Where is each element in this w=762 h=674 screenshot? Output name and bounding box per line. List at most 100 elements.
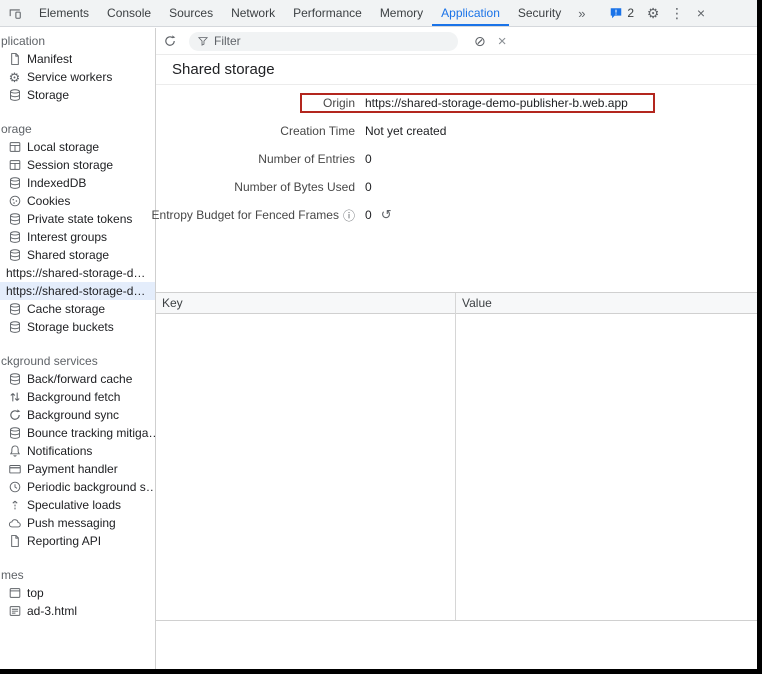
more-tabs-icon[interactable]: » bbox=[570, 0, 593, 26]
tabbar-right-controls: 2 ⚙ ⋮ × bbox=[602, 0, 757, 26]
table-header-row: Key Value bbox=[156, 293, 757, 314]
field-label-number-of-entries: Number of Entries bbox=[156, 152, 355, 166]
tab-network[interactable]: Network bbox=[222, 0, 284, 26]
sidebar-section-header-application[interactable]: plication bbox=[0, 32, 155, 50]
sidebar-item-cache-storage[interactable]: Cache storage bbox=[0, 300, 155, 318]
settings-gear-icon[interactable]: ⚙ bbox=[641, 0, 665, 27]
sidebar-item-bounce-tracking-mitigations[interactable]: Bounce tracking mitiga… bbox=[0, 424, 155, 442]
filter-input[interactable] bbox=[214, 34, 450, 48]
sidebar-item-label: Periodic background s… bbox=[27, 480, 155, 494]
more-options-icon[interactable]: ⋮ bbox=[665, 0, 689, 27]
column-resize-handle[interactable] bbox=[455, 293, 456, 620]
sidebar-item-frame-ad-3[interactable]: ad-3.html bbox=[0, 602, 155, 620]
device-toolbar-icon bbox=[8, 6, 22, 20]
window-bottom-edge bbox=[0, 669, 762, 674]
sidebar-item-shared-storage-origin-b[interactable]: https://shared-storage-d… bbox=[0, 282, 155, 300]
sidebar-item-payment-handler[interactable]: Payment handler bbox=[0, 460, 155, 478]
metadata-fields: Origin https://shared-storage-demo-publi… bbox=[156, 85, 757, 229]
tab-sources[interactable]: Sources bbox=[160, 0, 222, 26]
delete-selected-icon[interactable]: × bbox=[498, 34, 507, 49]
tab-memory[interactable]: Memory bbox=[371, 0, 432, 26]
sidebar-item-label: Push messaging bbox=[27, 516, 116, 530]
sidebar-item-frame-top[interactable]: top bbox=[0, 584, 155, 602]
field-value-creation-time: Not yet created bbox=[355, 124, 446, 138]
sidebar-item-local-storage[interactable]: Local storage bbox=[0, 138, 155, 156]
gear-icon: ⚙ bbox=[7, 70, 22, 85]
clear-all-icon[interactable]: ⊘ bbox=[474, 34, 486, 48]
sidebar-item-session-storage[interactable]: Session storage bbox=[0, 156, 155, 174]
sidebar-item-shared-storage[interactable]: Shared storage bbox=[0, 246, 155, 264]
sidebar-item-speculative-loads[interactable]: Speculative loads bbox=[0, 496, 155, 514]
field-value-number-of-entries: 0 bbox=[355, 152, 372, 166]
cookie-icon bbox=[7, 194, 22, 209]
sidebar-item-back-forward-cache[interactable]: Back/forward cache bbox=[0, 370, 155, 388]
sidebar-item-label: Reporting API bbox=[27, 534, 101, 548]
sidebar-item-label: Interest groups bbox=[27, 230, 107, 244]
tab-console[interactable]: Console bbox=[98, 0, 160, 26]
sidebar-item-label: https://shared-storage-d… bbox=[6, 266, 145, 280]
field-value-origin: https://shared-storage-demo-publisher-b.… bbox=[355, 96, 628, 110]
devtools-window: Elements Console Sources Network Perform… bbox=[0, 0, 762, 674]
sidebar-item-reporting-api[interactable]: Reporting API bbox=[0, 532, 155, 550]
issues-icon bbox=[609, 6, 623, 20]
cloud-icon bbox=[7, 516, 22, 531]
tab-application[interactable]: Application bbox=[432, 0, 509, 26]
shared-storage-toolbar: ⊘ × bbox=[156, 28, 757, 55]
info-icon[interactable]: ⓘ bbox=[343, 207, 355, 224]
application-sidebar: plication Manifest ⚙ Service workers Sto… bbox=[0, 28, 156, 669]
sidebar-item-label: ad-3.html bbox=[27, 604, 77, 618]
sidebar-item-push-messaging[interactable]: Push messaging bbox=[0, 514, 155, 532]
sidebar-item-storage[interactable]: Storage bbox=[0, 86, 155, 104]
sidebar-item-background-sync[interactable]: Background sync bbox=[0, 406, 155, 424]
sidebar-item-notifications[interactable]: Notifications bbox=[0, 442, 155, 460]
field-row-number-of-bytes-used: Number of Bytes Used 0 bbox=[156, 173, 757, 201]
sidebar-item-storage-buckets[interactable]: Storage buckets bbox=[0, 318, 155, 336]
database-icon bbox=[7, 302, 22, 317]
close-devtools-icon[interactable]: × bbox=[689, 0, 713, 27]
sidebar-item-label: Private state tokens bbox=[27, 212, 132, 226]
sidebar-item-manifest[interactable]: Manifest bbox=[0, 50, 155, 68]
table-icon bbox=[7, 140, 22, 155]
field-row-creation-time: Creation Time Not yet created bbox=[156, 117, 757, 145]
sidebar-item-background-fetch[interactable]: Background fetch bbox=[0, 388, 155, 406]
sidebar-item-indexeddb[interactable]: IndexedDB bbox=[0, 174, 155, 192]
table-icon bbox=[7, 158, 22, 173]
sidebar-item-label: Session storage bbox=[27, 158, 113, 172]
card-icon bbox=[7, 462, 22, 477]
field-row-number-of-entries: Number of Entries 0 bbox=[156, 145, 757, 173]
sidebar-item-periodic-background-sync[interactable]: Periodic background s… bbox=[0, 478, 155, 496]
document-icon bbox=[7, 534, 22, 549]
filter-funnel-icon bbox=[197, 35, 209, 47]
sidebar-item-label: top bbox=[27, 586, 44, 600]
sidebar-item-label: Cookies bbox=[27, 194, 70, 208]
sidebar-item-service-workers[interactable]: ⚙ Service workers bbox=[0, 68, 155, 86]
sidebar-section-header-storage[interactable]: orage bbox=[0, 120, 155, 138]
reset-budget-icon[interactable]: ↺ bbox=[381, 207, 392, 223]
shared-storage-title: Shared storage bbox=[156, 55, 757, 85]
sidebar-item-interest-groups[interactable]: Interest groups bbox=[0, 228, 155, 246]
ad-frame-icon bbox=[7, 604, 22, 619]
filter-box[interactable] bbox=[189, 32, 458, 51]
toggle-device-toolbar-button[interactable] bbox=[0, 0, 30, 26]
column-header-key[interactable]: Key bbox=[156, 296, 455, 310]
field-label-entropy-budget: Entropy Budget for Fenced Frames ⓘ bbox=[156, 207, 355, 224]
sidebar-item-cookies[interactable]: Cookies bbox=[0, 192, 155, 210]
sidebar-item-label: Manifest bbox=[27, 52, 72, 66]
sidebar-section-header-frames[interactable]: mes bbox=[0, 566, 155, 584]
tab-security[interactable]: Security bbox=[509, 0, 570, 26]
sidebar-item-private-state-tokens[interactable]: Private state tokens bbox=[0, 210, 155, 228]
tab-elements[interactable]: Elements bbox=[30, 0, 98, 26]
field-value-number-of-bytes-used: 0 bbox=[355, 180, 372, 194]
database-icon bbox=[7, 212, 22, 227]
refresh-icon[interactable] bbox=[163, 34, 177, 48]
column-header-value[interactable]: Value bbox=[455, 296, 492, 310]
bell-icon bbox=[7, 444, 22, 459]
sidebar-item-label: Background sync bbox=[27, 408, 119, 422]
tab-performance[interactable]: Performance bbox=[284, 0, 371, 26]
sidebar-item-shared-storage-origin-a[interactable]: https://shared-storage-d… bbox=[0, 264, 155, 282]
issues-counter-button[interactable]: 2 bbox=[602, 6, 641, 20]
field-value-entropy-budget: 0 ↺ bbox=[355, 207, 392, 223]
database-icon bbox=[7, 372, 22, 387]
sidebar-section-header-background-services[interactable]: ckground services bbox=[0, 352, 155, 370]
window-right-edge bbox=[757, 0, 762, 674]
